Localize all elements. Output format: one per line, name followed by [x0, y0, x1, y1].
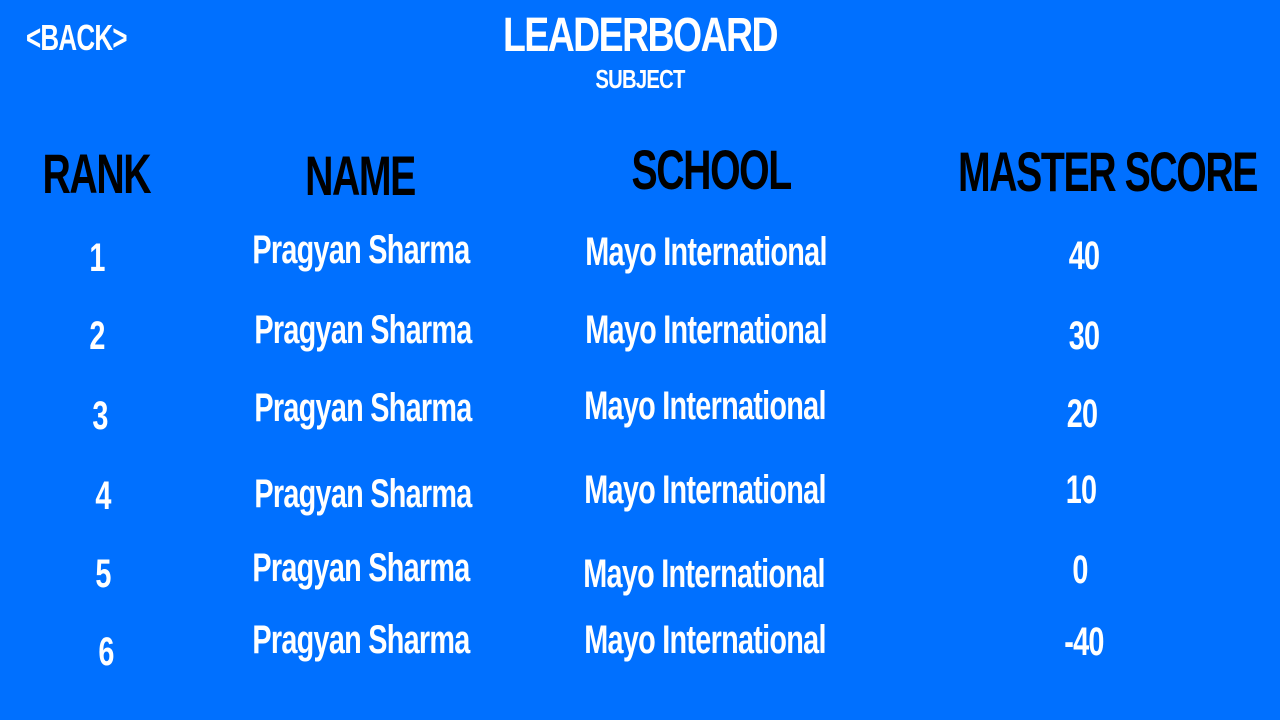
name-cell: Pragyan Sharma	[252, 546, 470, 590]
name-cell: Pragyan Sharma	[254, 472, 472, 516]
name-cell: Pragyan Sharma	[254, 308, 472, 352]
back-button[interactable]: <BACK>	[26, 20, 128, 56]
school-cell: Mayo International	[585, 308, 827, 352]
page-title: LEADERBOARD	[502, 9, 779, 62]
score-cell: 10	[1065, 468, 1097, 512]
school-cell: Mayo International	[584, 618, 826, 662]
name-cell: Pragyan Sharma	[252, 618, 470, 662]
score-cell: 0	[1072, 548, 1088, 592]
rank-cell: 6	[98, 630, 114, 674]
column-header-master-score: MASTER SCORE	[958, 140, 1258, 203]
rank-cell: 5	[95, 552, 111, 596]
school-cell: Mayo International	[584, 384, 826, 428]
score-cell: 40	[1068, 234, 1100, 278]
page-subtitle: SUBJECT	[595, 64, 685, 94]
rank-cell: 1	[89, 236, 105, 280]
school-cell: Mayo International	[583, 552, 825, 596]
score-cell: 30	[1068, 314, 1100, 358]
rank-cell: 2	[89, 314, 105, 358]
school-cell: Mayo International	[585, 230, 827, 274]
name-cell: Pragyan Sharma	[254, 386, 472, 430]
column-header-school: SCHOOL	[631, 138, 793, 201]
column-header-name: NAME	[305, 144, 416, 207]
name-cell: Pragyan Sharma	[252, 228, 470, 272]
score-cell: -40	[1064, 620, 1104, 664]
rank-cell: 4	[95, 474, 111, 518]
school-cell: Mayo International	[584, 468, 826, 512]
column-header-rank: RANK	[42, 142, 152, 205]
rank-cell: 3	[92, 394, 108, 438]
score-cell: 20	[1066, 392, 1098, 436]
